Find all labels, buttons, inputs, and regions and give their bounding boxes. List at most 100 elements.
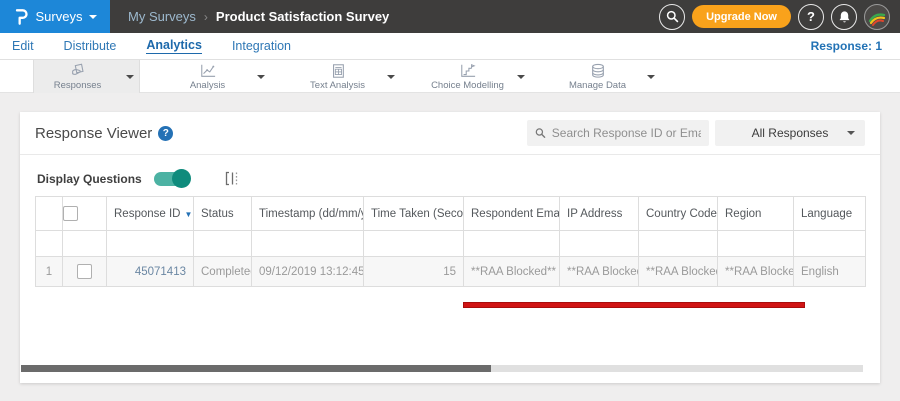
table-controls: Display Questions [20,155,880,196]
header-ip-address: IP Address [559,196,639,231]
analysis-dropdown-button[interactable] [252,74,270,79]
table-row: 1 45071413 Completed 09/12/2019 13:12:45… [35,256,866,287]
sort-desc-icon: ▼ [184,209,193,219]
caret-down-icon [847,131,855,135]
header-status: Status [193,196,252,231]
row-number: 1 [35,256,63,287]
analytics-toolbar: Responses Analysis Text Analysis Choice … [0,60,900,93]
response-search-box[interactable] [527,120,709,146]
questionpro-logo-icon [13,7,29,27]
response-viewer-help-icon[interactable]: ? [158,125,174,141]
header-country-code: Country Code [638,196,718,231]
toolbar-item-analysis[interactable]: Analysis [163,60,270,93]
horizontal-scrollbar-track[interactable] [21,365,863,372]
search-icon [666,10,678,23]
response-filter-dropdown[interactable]: All Responses [715,120,865,146]
cell-time-taken: 15 [363,256,464,287]
toggle-knob [171,169,191,188]
horizontal-scrollbar-thumb[interactable] [21,365,491,372]
header-respondent-email: Respondent Email [463,196,560,231]
tab-distribute[interactable]: Distribute [64,39,117,54]
caret-down-icon [647,74,655,79]
cell-status: Completed [193,256,252,287]
caret-down-icon [257,74,265,79]
response-viewer-card: Response Viewer ? All Responses Display … [20,112,880,383]
text-analysis-dropdown-button[interactable] [382,74,400,79]
help-button[interactable]: ? [798,3,824,30]
toolbar-item-manage-data[interactable]: Manage Data [553,60,660,93]
manage-data-icon [591,63,604,78]
toolbar-item-label: Manage Data [568,79,627,91]
toolbar-item-text-analysis[interactable]: Text Analysis [293,60,400,93]
toolbar-item-label: Text Analysis [310,79,365,91]
header-region: Region [717,196,794,231]
filter-cell-email[interactable] [463,230,560,257]
select-all-checkbox[interactable] [63,206,78,221]
cell-response-id: 45071413 [106,256,194,287]
display-questions-label: Display Questions [37,171,142,186]
tab-integration[interactable]: Integration [232,39,291,54]
responses-dropdown-button[interactable] [121,74,139,79]
toolbar-item-label: Choice Modelling [431,79,504,91]
caret-down-icon [387,74,395,79]
search-icon [535,128,546,138]
analysis-icon [200,64,215,77]
filter-cell-region[interactable] [717,230,794,257]
freeze-columns-button[interactable] [224,170,240,187]
toolbar-item-label: Responses [53,79,102,91]
freeze-columns-icon [225,171,237,186]
breadcrumb-current-survey: Product Satisfaction Survey [215,9,390,24]
user-avatar[interactable] [864,3,890,30]
cell-region: **RAA Blocked** [717,256,794,287]
cell-language: English [793,256,866,287]
chevron-down-icon [89,14,98,19]
caret-down-icon [126,74,134,79]
filter-cell-status[interactable] [193,230,252,257]
header-response-id[interactable]: Response ID ▼ [106,196,194,231]
caret-down-icon [517,74,525,79]
filter-cell-language[interactable] [793,230,866,257]
avatar-image [868,12,886,26]
table-header-row: Response ID▼ Status Timestamp (dd/mm/yyy… [35,196,866,231]
search-button[interactable] [659,3,686,30]
responses-icon [71,63,84,75]
filter-cell-ip[interactable] [559,230,639,257]
app-screen: Surveys My Surveys › Product Satisfactio… [0,0,900,401]
notifications-button[interactable] [831,3,857,30]
display-questions-toggle[interactable] [153,169,191,188]
breadcrumb: My Surveys › Product Satisfaction Survey [128,9,389,24]
tab-edit[interactable]: Edit [12,39,34,54]
filter-cell-response-id[interactable] [106,230,194,257]
upgrade-now-button[interactable]: Upgrade Now [692,5,791,28]
row-select-cell [62,256,107,287]
breadcrumb-my-surveys[interactable]: My Surveys [128,9,196,24]
header-timestamp[interactable]: Timestamp (dd/mm/yyyy)⇅ [251,196,364,231]
header-time-taken[interactable]: Time Taken (Seconds)⇅ [363,196,464,231]
toolbar-item-responses[interactable]: Responses [33,60,140,93]
breadcrumb-separator: › [203,9,208,24]
cell-timestamp: 09/12/2019 13:12:45 [251,256,364,287]
manage-data-dropdown-button[interactable] [642,74,660,79]
filter-cell-country[interactable] [638,230,718,257]
question-mark-icon: ? [807,9,815,24]
row-checkbox[interactable] [77,264,92,279]
filter-cell-time-taken[interactable] [363,230,464,257]
search-input[interactable] [551,126,701,140]
toolbar-item-choice-modelling[interactable]: Choice Modelling [423,60,530,93]
red-highlight-annotation [463,302,805,308]
topbar-actions: Upgrade Now ? [659,3,900,30]
choice-modelling-icon [460,63,476,77]
filter-cell-timestamp[interactable] [251,230,364,257]
top-bar: Surveys My Surveys › Product Satisfactio… [0,0,900,33]
product-menu[interactable]: Surveys [0,0,110,33]
tab-analytics[interactable]: Analytics [146,38,202,54]
header-select-all [62,196,107,231]
bell-icon [839,10,849,22]
survey-nav: Edit Distribute Analytics Integration Re… [0,33,900,60]
cell-country-code: **RAA Blocked** [638,256,718,287]
choice-modelling-dropdown-button[interactable] [512,74,530,79]
cell-ip-address: **RAA Blocked** [559,256,639,287]
response-id-link[interactable]: 45071413 [135,266,186,278]
filter-selected-value: All Responses [751,126,829,140]
table-filter-row [35,230,866,257]
